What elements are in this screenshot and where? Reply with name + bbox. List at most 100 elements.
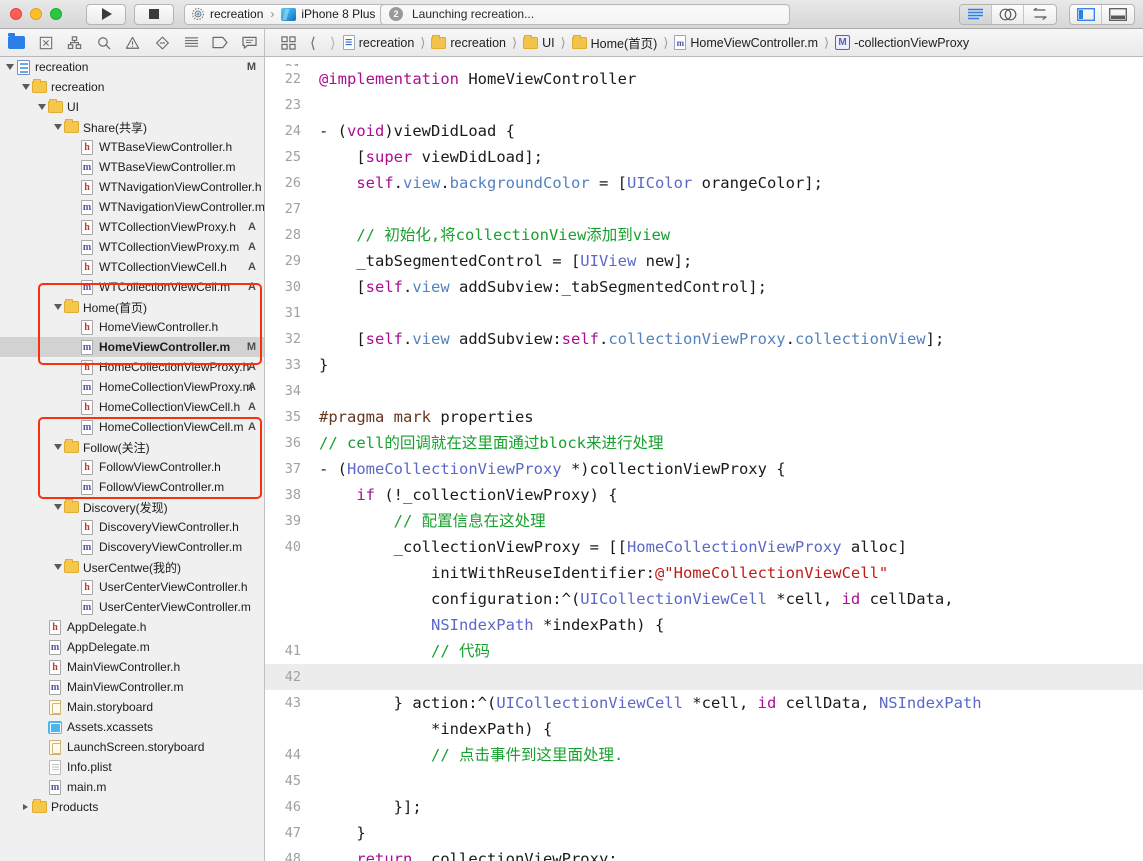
project-navigator-list[interactable]: recreationMrecreationUIShare(共享)hWTBaseV… [0,57,264,817]
code-line[interactable]: 25 [super viewDidLoad]; [265,144,1143,170]
standard-editor-button[interactable] [960,5,992,24]
version-editor-button[interactable] [1024,5,1056,24]
issue-navigator-icon[interactable] [118,29,147,57]
code-line[interactable]: 26 self.view.backgroundColor = [UIColor … [265,170,1143,196]
breadcrumb-item-symbol[interactable]: M -collectionViewProxy [835,35,969,50]
navigator-row[interactable]: hWTBaseViewController.h [0,137,264,157]
search-navigator-icon[interactable] [89,29,118,57]
activity-status-view[interactable]: 2 Launching recreation... [380,4,790,25]
navigator-row[interactable]: hWTCollectionViewProxy.hA [0,217,264,237]
assistant-editor-button[interactable] [992,5,1024,24]
navigator-row[interactable]: Assets.xcassets [0,717,264,737]
navigator-row[interactable]: hHomeViewController.h [0,317,264,337]
navigator-row[interactable]: mWTCollectionViewCell.mA [0,277,264,297]
code-line[interactable]: 41 // 代码 [265,638,1143,664]
disclosure-triangle-open-icon[interactable] [52,117,63,137]
breadcrumb-item-group-home[interactable]: Home(首页) [572,33,658,52]
navigator-row[interactable]: mHomeCollectionViewCell.mA [0,417,264,437]
navigator-toggle-button[interactable] [1070,5,1102,24]
code-line[interactable]: *indexPath) { [265,716,1143,742]
debug-area-toggle-button[interactable] [1102,5,1134,24]
view-toggle-segmented-control[interactable] [1069,4,1135,25]
navigator-row[interactable]: hDiscoveryViewController.h [0,517,264,537]
navigator-row[interactable]: mUserCenterViewController.m [0,597,264,617]
code-line[interactable]: 48 return _collectionViewProxy; [265,846,1143,861]
code-line[interactable]: 31 [265,300,1143,326]
breadcrumb-item-project[interactable]: ☰ recreation [343,35,415,50]
disclosure-triangle-closed-icon[interactable] [20,797,31,817]
navigator-row[interactable]: hFollowViewController.h [0,457,264,477]
navigator-row[interactable]: recreationM [0,57,264,77]
disclosure-triangle-open-icon[interactable] [52,557,63,577]
navigator-row[interactable]: mDiscoveryViewController.m [0,537,264,557]
code-line[interactable]: 42 [265,664,1143,690]
disclosure-triangle-open-icon[interactable] [52,297,63,317]
code-line[interactable]: 23 [265,92,1143,118]
project-navigator-icon[interactable] [2,29,31,57]
breadcrumb-item-group-recreation[interactable]: recreation [431,36,506,50]
related-items-icon[interactable] [273,29,303,56]
maximize-window-button[interactable] [50,8,62,20]
minimize-window-button[interactable] [30,8,42,20]
navigator-row[interactable]: mMainViewController.m [0,677,264,697]
source-code-editor[interactable]: 2122@implementation HomeViewController23… [265,57,1143,861]
code-line[interactable]: 32 [self.view addSubview:self.collection… [265,326,1143,352]
debug-navigator-icon[interactable] [177,29,206,57]
test-navigator-icon[interactable] [148,29,177,57]
editor-mode-segmented-control[interactable] [959,4,1057,25]
navigator-row[interactable]: UI [0,97,264,117]
disclosure-triangle-open-icon[interactable] [4,57,15,77]
code-line[interactable]: 35#pragma mark properties [265,404,1143,430]
disclosure-triangle-open-icon[interactable] [52,497,63,517]
code-line[interactable]: 36// cell的回调就在这里面通过block来进行处理 [265,430,1143,456]
breadcrumb-item-file[interactable]: m HomeViewController.m [674,35,818,50]
navigator-row[interactable]: mHomeViewController.mM [0,337,264,357]
forward-button[interactable]: ⟩ [323,34,343,52]
code-line[interactable]: 30 [self.view addSubview:_tabSegmentedCo… [265,274,1143,300]
code-line[interactable]: 28 // 初始化,将collectionView添加到view [265,222,1143,248]
code-line[interactable]: 22@implementation HomeViewController [265,66,1143,92]
close-window-button[interactable] [10,8,22,20]
code-line[interactable]: 40 _collectionViewProxy = [[HomeCollecti… [265,534,1143,560]
code-line[interactable]: 24- (void)viewDidLoad { [265,118,1143,144]
navigator-row[interactable]: hWTNavigationViewController.h [0,177,264,197]
code-line[interactable]: 37- (HomeCollectionViewProxy *)collectio… [265,456,1143,482]
navigator-row[interactable]: mWTBaseViewController.m [0,157,264,177]
code-line-list[interactable]: 2122@implementation HomeViewController23… [265,57,1143,861]
navigator-row[interactable]: UserCentwe(我的) [0,557,264,577]
navigator-row[interactable]: hHomeCollectionViewCell.hA [0,397,264,417]
code-line[interactable]: 33} [265,352,1143,378]
report-navigator-icon[interactable] [235,29,264,57]
code-line[interactable]: initWithReuseIdentifier:@"HomeCollection… [265,560,1143,586]
disclosure-triangle-open-icon[interactable] [36,97,47,117]
navigator-row[interactable]: Discovery(发现) [0,497,264,517]
code-line[interactable]: 46 }]; [265,794,1143,820]
navigator-row[interactable]: Info.plist [0,757,264,777]
navigator-row[interactable]: mAppDelegate.m [0,637,264,657]
code-line[interactable]: NSIndexPath *indexPath) { [265,612,1143,638]
breakpoint-navigator-icon[interactable] [206,29,235,57]
find-navigator-icon[interactable] [60,29,89,57]
navigator-row[interactable]: recreation [0,77,264,97]
code-line[interactable]: 47 } [265,820,1143,846]
code-line[interactable]: 21 [265,57,1143,66]
navigator-row[interactable]: mFollowViewController.m [0,477,264,497]
navigator-row[interactable]: hHomeCollectionViewProxy.hA [0,357,264,377]
disclosure-triangle-open-icon[interactable] [20,77,31,97]
code-line[interactable]: 45 [265,768,1143,794]
stop-button[interactable] [134,4,174,25]
code-line[interactable]: 38 if (!_collectionViewProxy) { [265,482,1143,508]
navigator-row[interactable]: mWTCollectionViewProxy.mA [0,237,264,257]
navigator-row[interactable]: mWTNavigationViewController.m [0,197,264,217]
symbol-navigator-icon[interactable] [31,29,60,57]
navigator-row[interactable]: Home(首页) [0,297,264,317]
navigator-row[interactable]: hMainViewController.h [0,657,264,677]
code-line[interactable]: 43 } action:^(UICollectionViewCell *cell… [265,690,1143,716]
navigator-row[interactable]: LaunchScreen.storyboard [0,737,264,757]
navigator-row[interactable]: mmain.m [0,777,264,797]
code-line[interactable]: 39 // 配置信息在这处理 [265,508,1143,534]
navigator-row[interactable]: hAppDelegate.h [0,617,264,637]
project-navigator[interactable]: recreationMrecreationUIShare(共享)hWTBaseV… [0,57,265,861]
navigator-row[interactable]: mHomeCollectionViewProxy.mA [0,377,264,397]
navigator-row[interactable]: hUserCenterViewController.h [0,577,264,597]
